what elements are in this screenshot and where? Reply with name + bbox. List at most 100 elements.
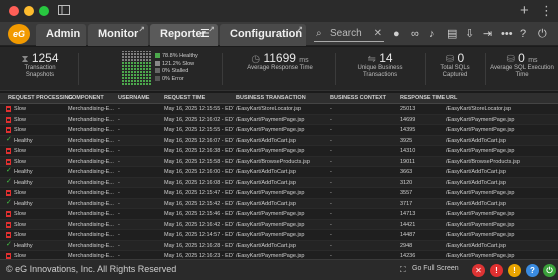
- row-ctx: -: [330, 158, 332, 165]
- clear-search-icon[interactable]: ✕: [374, 26, 382, 42]
- row-status: Slow: [14, 148, 26, 154]
- row-tx[interactable]: /EasyKart/PaymentPage.jsp: [236, 188, 326, 198]
- export-icon[interactable]: ⇥: [483, 25, 492, 43]
- tab-reporter[interactable]: Reporter ☰ ↗: [150, 24, 218, 46]
- fullscreen-link[interactable]: Go Full Screen: [412, 265, 459, 272]
- row-tx[interactable]: /EasyKart/PaymentPage.jsp: [236, 146, 326, 156]
- link-icon[interactable]: ∞: [411, 25, 419, 43]
- tab-admin[interactable]: Admin: [36, 24, 86, 46]
- row-tx[interactable]: /EasyKart/PaymentPage.jsp: [236, 125, 326, 135]
- checkmark-icon: ✓: [6, 240, 12, 248]
- col-component[interactable]: COMPONENT: [68, 93, 104, 104]
- table-row[interactable]: ✓ Healthy Merchandising-E... - May 16, 2025 …: [0, 198, 558, 209]
- row-tx[interactable]: /EasyKart/BrowseProducts.jsp: [236, 157, 326, 167]
- tab-monitor[interactable]: Monitor ↗: [88, 24, 148, 46]
- col-request-processing[interactable]: REQUEST PROCESSING: [8, 93, 73, 104]
- table-row[interactable]: Slow Merchandising-E... - May 16, 2025 12:1…: [0, 114, 558, 125]
- row-resp: 14421: [400, 221, 416, 228]
- unique-tx-value: 14: [379, 51, 393, 65]
- info-icon[interactable]: ?: [526, 264, 539, 277]
- row-time: May 16, 2025 12:16:28 - EDT: [164, 242, 234, 249]
- table-row[interactable]: Slow Merchandising-E... - May 16, 2025 12:1…: [0, 146, 558, 157]
- table-row[interactable]: Slow Merchandising-E... - May 16, 2025 12:1…: [0, 209, 558, 220]
- col-url[interactable]: URL: [446, 93, 457, 104]
- row-component: Merchandising-E...: [68, 158, 114, 165]
- table-row[interactable]: ✓ Healthy Merchandising-E... - May 16, 2025 …: [0, 135, 558, 146]
- eg-logo[interactable]: eG: [8, 24, 30, 44]
- kpi-total-sqls[interactable]: ⛁ 0 Total SQLs Captured: [430, 51, 480, 87]
- minimize-window-button[interactable]: [24, 6, 34, 16]
- table-row[interactable]: ✓ Healthy Merchandising-E... - May 16, 2025 …: [0, 240, 558, 251]
- table-row[interactable]: ✓ Healthy Merchandising-E... - May 16, 2025 …: [0, 167, 558, 178]
- table-row[interactable]: Slow Merchandising-E... - May 16, 2025 12:1…: [0, 219, 558, 230]
- col-request-time[interactable]: REQUEST TIME: [164, 93, 205, 104]
- row-resp: 3663: [400, 169, 413, 175]
- more-menu-icon[interactable]: ⋮: [540, 0, 553, 22]
- user-icon[interactable]: ●: [393, 25, 400, 43]
- bell-icon[interactable]: ♪: [429, 25, 435, 43]
- row-url[interactable]: /EasyKart/AddToCart.jsp: [446, 199, 556, 209]
- row-tx[interactable]: /EasyKart/AddToCart.jsp: [236, 199, 326, 209]
- row-url[interactable]: /EasyKart/PaymentPage.jsp: [446, 220, 556, 230]
- row-tx[interactable]: /EasyKart/PaymentPage.jsp: [236, 209, 326, 219]
- col-username[interactable]: USERNAME: [118, 93, 149, 104]
- minor-alarm-icon[interactable]: !: [508, 264, 521, 277]
- more-options-icon[interactable]: •••: [501, 25, 513, 43]
- row-url[interactable]: /EasyKart/AddToCart.jsp: [446, 167, 556, 177]
- table-row[interactable]: Slow Merchandising-E... - May 16, 2025 12:1…: [0, 188, 558, 199]
- row-url[interactable]: /EasyKart/PaymentPage.jsp: [446, 230, 556, 240]
- maximize-window-button[interactable]: [39, 6, 49, 16]
- row-tx[interactable]: /EasyKart/AddToCart.jsp: [236, 178, 326, 188]
- kpi-avg-sql[interactable]: ⛁ 0 ms Average SQL Execution Time: [490, 51, 554, 87]
- chart-icon[interactable]: ▤: [447, 25, 457, 43]
- help-icon[interactable]: ?: [520, 25, 526, 43]
- checkmark-icon: ✓: [6, 177, 12, 185]
- row-url[interactable]: /EasyKart/PaymentPage.jsp: [446, 115, 556, 125]
- row-url[interactable]: /EasyKart/PaymentPage.jsp: [446, 209, 556, 219]
- col-business-context[interactable]: BUSINESS CONTEXT: [330, 93, 386, 104]
- kpi-avg-response[interactable]: ◷ 11699 ms Average Response Time: [230, 51, 330, 87]
- row-status: Slow: [14, 158, 26, 165]
- row-url[interactable]: /EasyKart/PaymentPage.jsp: [446, 125, 556, 135]
- col-response-time[interactable]: RESPONSE TIME: [400, 93, 445, 104]
- power-status-icon[interactable]: ⏻: [543, 264, 556, 277]
- table-row[interactable]: ✓ Healthy Merchandising-E... - May 16, 2025 …: [0, 177, 558, 188]
- row-component: Merchandising-E...: [68, 190, 114, 196]
- row-url[interactable]: /EasyKart/AddToCart.jsp: [446, 178, 556, 188]
- row-tx[interactable]: /EasyKart/PaymentPage.jsp: [236, 220, 326, 230]
- row-tx[interactable]: /EasyKart/PaymentPage.jsp: [236, 115, 326, 125]
- fullscreen-icon[interactable]: ⛶: [400, 265, 406, 275]
- close-window-button[interactable]: [9, 6, 19, 16]
- row-url[interactable]: /EasyKart/StoreLocator.jsp: [446, 104, 556, 114]
- row-tx[interactable]: /EasyKart/PaymentPage.jsp: [236, 230, 326, 240]
- row-url[interactable]: /EasyKart/AddToCart.jsp: [446, 241, 556, 251]
- row-tx[interactable]: /EasyKart/AddToCart.jsp: [236, 167, 326, 177]
- critical-alarm-icon[interactable]: ✕: [472, 264, 485, 277]
- major-alarm-icon[interactable]: !: [490, 264, 503, 277]
- power-icon[interactable]: ⏻: [538, 25, 547, 43]
- download-icon[interactable]: ⇩: [465, 25, 474, 43]
- row-tx[interactable]: /EasyKart/AddToCart.jsp: [236, 136, 326, 146]
- kpi-unique-transactions[interactable]: ⇋ 14 Unique Business Transactions: [340, 51, 420, 87]
- row-tx[interactable]: /EasyKart/StoreLocator.jsp: [236, 104, 326, 114]
- search-placeholder: Search: [330, 28, 362, 39]
- tab-configuration[interactable]: Configuration ↗: [220, 24, 306, 46]
- table-row[interactable]: Slow Merchandising-E... - May 16, 2025 12:1…: [0, 104, 558, 115]
- table-row[interactable]: Slow Merchandising-E... - May 16, 2025 12:1…: [0, 230, 558, 241]
- row-ctx: -: [330, 127, 332, 133]
- row-url[interactable]: /EasyKart/AddToCart.jsp: [446, 136, 556, 146]
- row-tx[interactable]: /EasyKart/AddToCart.jsp: [236, 241, 326, 251]
- row-url[interactable]: /EasyKart/BrowseProducts.jsp: [446, 157, 556, 167]
- kpi-snapshots[interactable]: ⧗ 1254 Transaction Snapshots: [10, 51, 70, 87]
- row-component: Merchandising-E...: [68, 169, 114, 175]
- row-url[interactable]: /EasyKart/PaymentPage.jsp: [446, 146, 556, 156]
- table-row[interactable]: Slow Merchandising-E... - May 16, 2025 12:1…: [0, 156, 558, 167]
- row-url[interactable]: /EasyKart/PaymentPage.jsp: [446, 188, 556, 198]
- new-tab-icon[interactable]: +: [520, 0, 529, 22]
- search-input[interactable]: ⌕ Search ✕: [314, 26, 384, 42]
- row-resp: 3925: [400, 137, 413, 144]
- snapshot-heatmap[interactable]: [122, 51, 152, 85]
- col-business-transaction[interactable]: BUSINESS TRANSACTION: [236, 93, 306, 104]
- table-row[interactable]: Slow Merchandising-E... - May 16, 2025 12:1…: [0, 125, 558, 136]
- sidebar-toggle-icon[interactable]: [58, 0, 70, 22]
